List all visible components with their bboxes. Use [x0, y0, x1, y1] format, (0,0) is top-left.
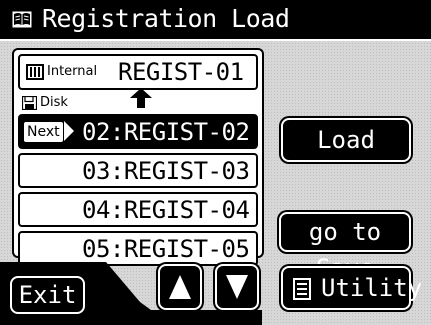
next-indicator: Next	[24, 121, 74, 142]
utility-button[interactable]: Utility	[281, 266, 422, 310]
scroll-up-button[interactable]	[158, 264, 202, 310]
list-item-label: 03:REGIST-03	[82, 157, 250, 185]
next-label: Next	[24, 122, 63, 142]
book-icon	[12, 11, 32, 28]
list-item[interactable]: 05:REGIST-05	[18, 231, 258, 266]
internal-value: REGIST-01	[118, 58, 244, 86]
internal-memory-icon	[26, 64, 44, 80]
registration-list: Next 02:REGIST-02 03:REGIST-03 04:REGIST…	[18, 114, 258, 270]
registration-list-panel: Internal REGIST-01 Disk Next 02:REGIST-0…	[12, 48, 264, 266]
go-to-save-button[interactable]: go to Save	[279, 212, 411, 282]
scroll-down-button[interactable]	[215, 264, 259, 310]
list-item-label: 04:REGIST-04	[82, 196, 250, 224]
internal-source-row: Internal REGIST-01	[18, 54, 258, 90]
list-item-label: 05:REGIST-05	[82, 235, 250, 263]
exit-button[interactable]: Exit	[10, 276, 85, 314]
list-item[interactable]: 04:REGIST-04	[18, 192, 258, 227]
load-direction-arrow-icon	[130, 88, 152, 108]
next-arrow-icon	[64, 121, 74, 141]
utility-label: Utility	[321, 274, 423, 302]
utility-icon	[293, 278, 311, 300]
disk-label: Disk	[40, 95, 68, 110]
list-item[interactable]: Next 02:REGIST-02	[18, 114, 258, 149]
triangle-down-icon	[226, 275, 248, 299]
header-bar: Registration Load	[0, 0, 431, 41]
triangle-up-icon	[169, 275, 191, 299]
internal-label: Internal	[47, 64, 98, 79]
floppy-disk-icon	[22, 96, 37, 110]
page-title: Registration Load	[42, 4, 290, 33]
list-item-label: 02:REGIST-02	[82, 118, 250, 146]
load-button[interactable]: Load	[281, 118, 411, 162]
list-item[interactable]: 03:REGIST-03	[18, 153, 258, 188]
registration-load-screen: Registration Load Internal REGIST-01 Dis…	[0, 0, 431, 325]
